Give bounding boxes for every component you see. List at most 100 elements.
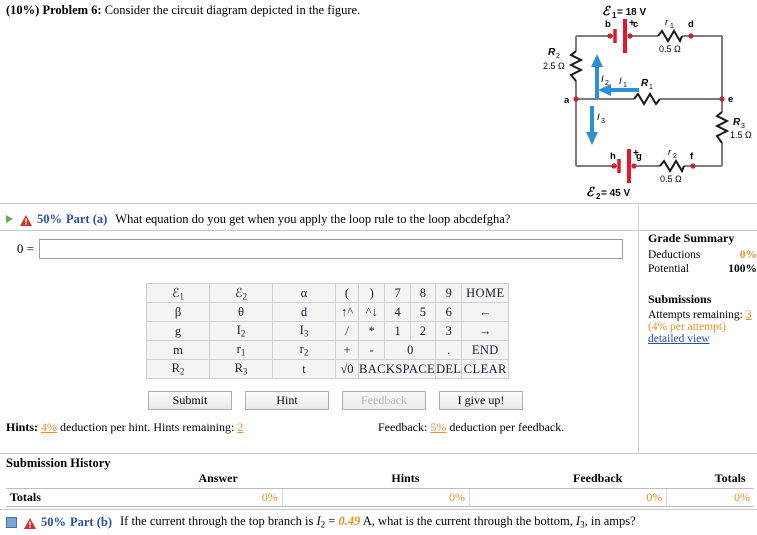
- part-a-label: Part (a): [66, 211, 108, 226]
- keypad-key-subscript: 2: [240, 328, 246, 339]
- feedback-info-line: Feedback: 5% deduction per feedback.: [378, 420, 564, 435]
- battery-emf1-symbol: [613, 19, 627, 53]
- problem-statement: Consider the circuit diagram depicted in…: [104, 3, 361, 17]
- figure-node-d: d: [688, 19, 694, 30]
- keypad-key[interactable]: CLEAR: [461, 359, 510, 379]
- keypad-key[interactable]: d: [272, 302, 336, 322]
- detailed-view-link[interactable]: detailed view: [648, 333, 757, 345]
- keypad-key[interactable]: 7: [384, 283, 411, 303]
- keypad-key[interactable]: (: [335, 283, 359, 303]
- keypad-key-label: β: [174, 304, 182, 319]
- keypad-key[interactable]: →: [461, 321, 510, 341]
- keypad-key-label: 4: [394, 304, 401, 319]
- keypad-key[interactable]: 9: [435, 283, 463, 303]
- part-b-text-before: If the current through the top branch is: [120, 514, 314, 529]
- keypad-key[interactable]: R2: [146, 359, 210, 379]
- sidebar-separator: [638, 205, 639, 454]
- keypad-key[interactable]: ): [357, 283, 386, 303]
- column-header-totals: Totals: [714, 471, 746, 485]
- keypad-key[interactable]: t: [272, 359, 336, 379]
- keypad-key[interactable]: 2: [409, 321, 437, 341]
- keypad-key[interactable]: ℰ1: [146, 283, 210, 303]
- submission-history-head: Answer Hints Feedback Totals: [6, 471, 754, 489]
- deductions-row: Deductions 0%: [648, 248, 757, 262]
- column-header-hints: Hints: [391, 471, 420, 485]
- table-row: Totals 0% 0% 0% 0%: [6, 488, 754, 507]
- keypad-key[interactable]: 5: [409, 302, 437, 322]
- keypad-key-label: R: [234, 361, 243, 376]
- give-up-button[interactable]: I give up!: [439, 391, 523, 410]
- part-b-text-after: , in amps?: [584, 514, 636, 529]
- keypad-key[interactable]: ℰ2: [209, 283, 273, 303]
- keypad-key[interactable]: 3: [435, 321, 463, 341]
- keypad-key-label: 2: [419, 323, 427, 338]
- figure-label-I3: I: [597, 112, 600, 123]
- divider-part-b: [0, 509, 757, 510]
- grade-summary-title: Grade Summary: [648, 231, 735, 245]
- keypad-key[interactable]: END: [461, 340, 510, 360]
- keypad-key[interactable]: I3: [272, 321, 336, 341]
- keypad-key[interactable]: g: [146, 321, 210, 341]
- keypad-key[interactable]: +: [335, 340, 359, 360]
- keypad-key[interactable]: R3: [209, 359, 273, 379]
- keypad-key-subscript: 1: [179, 291, 185, 302]
- keypad-key[interactable]: ←: [461, 302, 510, 322]
- keypad-key[interactable]: 6: [435, 302, 463, 322]
- keypad-key[interactable]: -: [357, 340, 386, 360]
- keypad-key[interactable]: β: [146, 302, 210, 322]
- keypad-key[interactable]: HOME: [461, 283, 510, 303]
- keypad-key[interactable]: ^↓: [357, 302, 386, 322]
- attempts-remaining-row: Attempts remaining: 3: [648, 309, 757, 321]
- submission-history-body: Totals 0% 0% 0% 0%: [6, 488, 754, 507]
- figure-node-e: e: [728, 94, 733, 105]
- figure-node-g: g: [636, 151, 642, 162]
- figure-label-R2: R: [548, 47, 556, 58]
- keypad-key[interactable]: α: [272, 283, 336, 303]
- feedback-button[interactable]: Feedback: [342, 391, 426, 410]
- keypad-key[interactable]: ↑^: [335, 302, 359, 322]
- keypad-key-label: 6: [445, 304, 452, 319]
- figure-node-c: c: [633, 19, 638, 30]
- keypad-key[interactable]: I2: [209, 321, 273, 341]
- keypad-key[interactable]: 1: [384, 321, 411, 341]
- keypad-key[interactable]: /: [335, 321, 359, 341]
- svg-text:1: 1: [623, 82, 627, 89]
- answer-input[interactable]: [39, 239, 623, 259]
- expand-triangle-icon[interactable]: [6, 215, 13, 223]
- keypad-key[interactable]: .: [435, 340, 463, 360]
- keypad-key[interactable]: BACKSPACE: [357, 359, 437, 379]
- keypad-key[interactable]: r2: [272, 340, 336, 360]
- keypad-key[interactable]: *: [357, 321, 386, 341]
- svg-text:2: 2: [556, 53, 560, 60]
- keypad-key[interactable]: m: [146, 340, 210, 360]
- keypad-key[interactable]: DEL: [435, 359, 463, 379]
- keypad-key-label: ℰ: [234, 285, 243, 300]
- symbol-keypad[interactable]: ℰ1 ℰ2 α() 7 8 9 HOME β θ d ↑^ ^↓ 4 5 6 ← g I2 I3/* 1 2 3 → m r1 r…: [146, 283, 510, 379]
- submission-history-table: Answer Hints Feedback Totals Totals 0% 0…: [6, 471, 754, 507]
- circuit-nodes: [573, 33, 725, 169]
- grade-summary-panel: Grade Summary Deductions 0% Potential 10…: [648, 231, 757, 345]
- keypad-key-label: DEL: [436, 361, 462, 376]
- per-attempt-note: (4% per attempt): [648, 321, 726, 333]
- hint-button[interactable]: Hint: [245, 391, 329, 410]
- keypad-key-label: +: [343, 342, 351, 357]
- submit-button[interactable]: Submit: [148, 391, 232, 410]
- keypad-key[interactable]: r1: [209, 340, 273, 360]
- hints-spacer-cell: [468, 488, 529, 507]
- keypad-key[interactable]: θ: [209, 302, 273, 322]
- column-header-answer: Answer: [198, 471, 238, 485]
- figure-value-R2: 2.5 Ω: [543, 61, 565, 71]
- divider-top: [0, 203, 757, 204]
- keypad-key[interactable]: 0: [384, 340, 437, 360]
- keypad-key[interactable]: 4: [384, 302, 411, 322]
- keypad-key[interactable]: 8: [409, 283, 437, 303]
- totals-row-label: Totals: [6, 488, 154, 507]
- resistor-r2-symbol: [659, 159, 685, 174]
- keypad-key[interactable]: √0: [335, 359, 359, 379]
- keypad-key-subscript: 3: [242, 366, 248, 377]
- part-a-answer-row: 0 =: [0, 236, 638, 262]
- collapse-square-icon[interactable]: [6, 516, 17, 528]
- resistor-R3-symbol: [714, 111, 730, 144]
- keypad-key-label: HOME: [466, 285, 505, 300]
- resistor-r1-symbol: [657, 29, 683, 44]
